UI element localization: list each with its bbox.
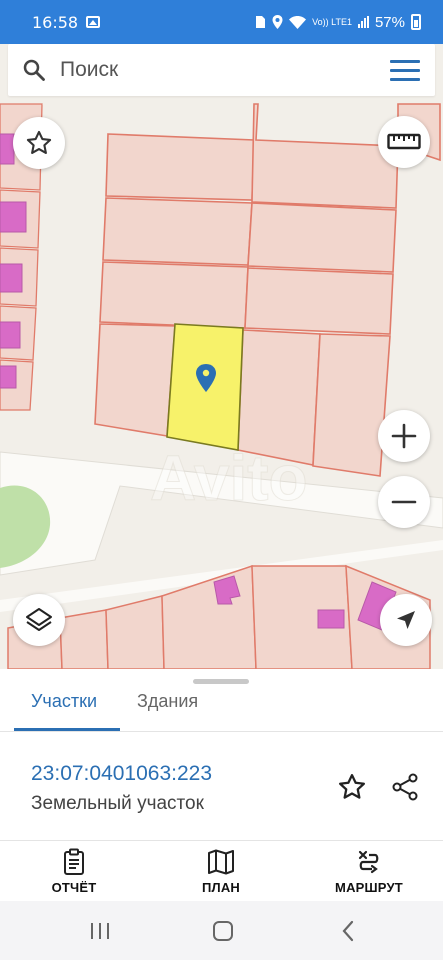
- plus-icon: [391, 423, 417, 449]
- navigate-icon: [397, 611, 415, 629]
- share-button[interactable]: [385, 767, 425, 807]
- parcel-type: Земельный участок: [31, 793, 204, 814]
- wifi-icon: [289, 15, 307, 29]
- menu-icon[interactable]: [375, 44, 435, 96]
- share-icon: [392, 773, 418, 801]
- gallery-icon: [86, 16, 101, 28]
- my-location-button[interactable]: [380, 594, 432, 646]
- report-label: ОТЧЁТ: [51, 880, 97, 895]
- battery-percent: 57%: [374, 13, 405, 31]
- signal-icon: [357, 16, 369, 28]
- map-view[interactable]: Avito: [0, 44, 443, 669]
- location-icon: [272, 15, 283, 29]
- minus-icon: [391, 500, 417, 504]
- status-icons: Vo)) LTE1 57%: [255, 14, 421, 31]
- sim-icon: [256, 16, 266, 28]
- route-button[interactable]: МАРШРУТ: [309, 847, 429, 895]
- favorite-parcel-button[interactable]: [332, 767, 372, 807]
- plan-label: ПЛАН: [201, 880, 241, 895]
- tab-buildings[interactable]: Здания: [137, 691, 198, 712]
- report-icon: [64, 848, 84, 875]
- search-icon[interactable]: [8, 44, 60, 96]
- recent-apps-button[interactable]: [86, 917, 114, 945]
- route-icon: [358, 850, 379, 874]
- tab-parcels[interactable]: Участки: [31, 691, 97, 712]
- cadastral-number[interactable]: 23:07:0401063:223: [31, 762, 212, 786]
- cadastral-map[interactable]: Avito: [0, 44, 443, 669]
- star-icon: [26, 130, 52, 154]
- battery-icon: [411, 14, 421, 30]
- layers-icon: [26, 608, 52, 631]
- layers-button[interactable]: [13, 594, 65, 646]
- back-button[interactable]: [334, 917, 362, 945]
- favorite-button[interactable]: [13, 117, 65, 169]
- route-label: МАРШРУТ: [335, 880, 403, 895]
- measure-button[interactable]: [378, 116, 430, 168]
- ruler-icon: [387, 133, 421, 150]
- back-icon: [342, 920, 354, 942]
- parcel-card[interactable]: 23:07:0401063:223 Земельный участок: [0, 732, 443, 840]
- recents-icon: [91, 923, 109, 939]
- plan-button[interactable]: ПЛАН: [161, 847, 281, 895]
- sheet-drag-handle[interactable]: [193, 679, 249, 684]
- status-bar: 16:58 Vo)) LTE1 57%: [0, 0, 443, 44]
- network-label: Vo)) LTE1: [312, 16, 352, 27]
- map-icon: [208, 849, 234, 875]
- map-watermark: Avito: [150, 442, 308, 514]
- home-icon: [213, 921, 233, 941]
- system-navigation-bar: [0, 901, 443, 960]
- bottom-action-bar: ОТЧЁТ ПЛАН МАРШРУТ: [0, 841, 443, 901]
- zoom-out-button[interactable]: [378, 476, 430, 528]
- home-button[interactable]: [209, 917, 237, 945]
- star-icon: [339, 774, 365, 799]
- search-input[interactable]: [60, 58, 360, 82]
- zoom-in-button[interactable]: [378, 410, 430, 462]
- status-time: 16:58: [32, 12, 79, 32]
- search-bar[interactable]: [8, 44, 435, 96]
- report-button[interactable]: ОТЧЁТ: [14, 847, 134, 895]
